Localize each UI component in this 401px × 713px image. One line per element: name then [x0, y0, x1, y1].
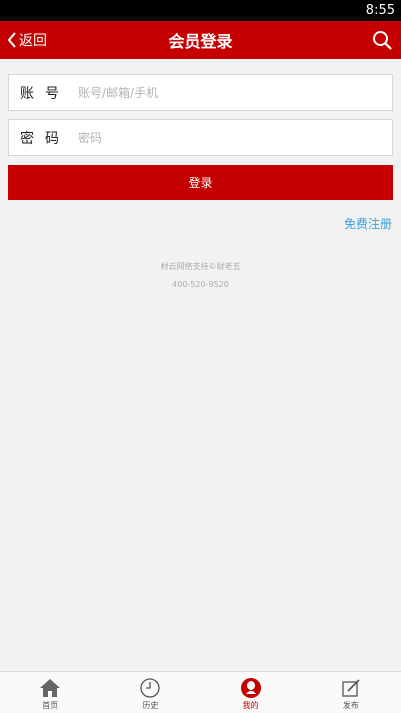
tab-history-label: 历史 [142, 701, 159, 710]
chevron-left-icon [7, 32, 16, 48]
support-text: 材云网络支持©财老五 [160, 262, 241, 271]
tab-history[interactable]: 历史 [100, 672, 200, 713]
footer-info: 材云网络支持©财老五 400-520-9520 [0, 258, 401, 294]
back-label: 返回 [19, 33, 47, 49]
support-phone: 400-520-9520 [172, 280, 229, 289]
clock-icon [140, 678, 161, 698]
account-field-row: 账号 [8, 74, 393, 111]
tab-publish[interactable]: 发布 [301, 672, 401, 713]
edit-icon [342, 679, 360, 697]
login-form: 账号 密码 登录 [0, 59, 401, 200]
password-field-row: 密码 [8, 119, 393, 156]
user-icon [240, 678, 261, 698]
page-title: 会员登录 [168, 32, 233, 51]
password-label: 密码 [20, 130, 70, 147]
tab-publish-label: 发布 [342, 701, 359, 710]
login-button[interactable]: 登录 [8, 165, 393, 200]
back-button[interactable]: 返回 [6, 21, 47, 59]
search-icon[interactable] [372, 30, 392, 50]
password-input[interactable] [78, 122, 392, 153]
tab-mine[interactable]: 我的 [201, 672, 301, 713]
tab-home-label: 首页 [42, 701, 59, 710]
register-link[interactable]: 免费注册 [344, 217, 392, 231]
account-input[interactable] [78, 77, 392, 108]
bottom-tab-bar: 首页 历史 我的 发布 [0, 671, 401, 713]
status-time: 8:55 [365, 3, 395, 18]
top-bar: 返回 会员登录 [0, 21, 401, 59]
status-bar: 8:55 [0, 0, 401, 21]
home-icon [40, 679, 61, 697]
tab-home[interactable]: 首页 [0, 672, 100, 713]
account-label: 账号 [20, 85, 70, 102]
tab-mine-label: 我的 [242, 701, 259, 710]
register-row: 免费注册 [0, 200, 401, 232]
